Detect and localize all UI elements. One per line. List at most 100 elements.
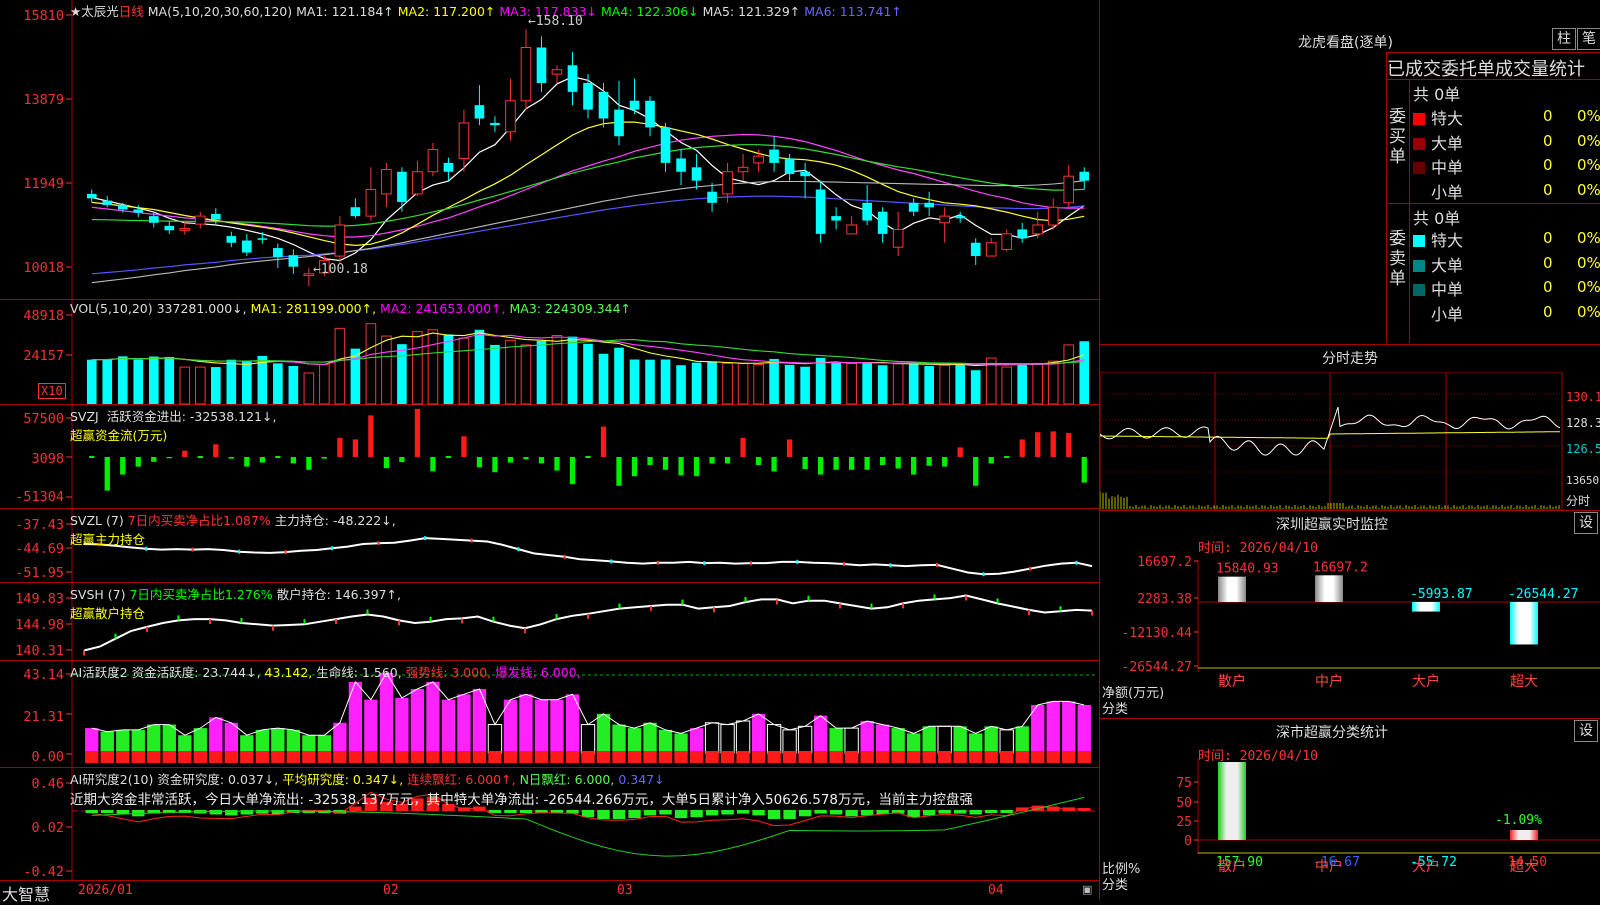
candle	[692, 167, 702, 180]
candle	[397, 172, 407, 202]
candle	[133, 209, 143, 212]
svsh-tick-mark	[902, 603, 904, 608]
buy-row: 大单 0 0%	[1413, 130, 1600, 152]
candle	[893, 229, 903, 247]
sell-row-pct: 0%	[1577, 303, 1600, 321]
ai-research-panel[interactable]: AI研究度2(10) 资金研究度: 0.037↓, 平均研究度: 0.347↓,…	[0, 768, 1100, 882]
candle	[227, 236, 237, 243]
sell-row-count: 0	[1543, 278, 1553, 296]
volume-bar	[1002, 367, 1012, 404]
candle	[258, 238, 268, 240]
svzj-panel[interactable]: SVZJ 活跃资金进出: -32538.121↓, 超赢资金流(万元) 5750…	[0, 405, 1100, 509]
price-panel[interactable]: ★太辰光日线 MA(5,10,20,30,60,120) MA1: 121.18…	[0, 0, 1100, 300]
monitor-chart[interactable]: 16697.2 2283.38 -12130.44 -26544.27 15840.93…	[1100, 510, 1600, 718]
ai-active-bar	[969, 733, 982, 753]
ai-active-bar	[132, 730, 145, 753]
candle	[986, 243, 996, 256]
bar-tick-label-3: -26544.27	[1122, 660, 1192, 675]
ai-active-bar	[690, 728, 703, 753]
svsh-panel[interactable]: SVSH (7) 7日内买卖净占比1.276% 散户持仓: 146.397↑, …	[0, 583, 1100, 661]
price-chart[interactable]	[0, 0, 1100, 300]
ai-active-bar	[954, 726, 967, 753]
ai-base-bar	[845, 751, 858, 763]
fenshi-axis-2: 126.5	[1566, 442, 1600, 456]
volume-bar	[769, 359, 779, 404]
air-bar	[1001, 810, 1013, 813]
lock-icon[interactable]: ▣	[1082, 883, 1092, 896]
volume-panel[interactable]: VOL(5,10,20) 337281.000↓, MA1: 281199.00…	[0, 300, 1100, 405]
ai-active-bar	[225, 723, 238, 753]
monitor-panel[interactable]: 深圳超赢实时监控 设 时间: 2026/04/10 16697.2 2283.38…	[1100, 510, 1600, 719]
volume-bar	[614, 348, 624, 404]
buy-total: 共 0单	[1413, 81, 1460, 105]
sell-color-swatch	[1413, 235, 1425, 247]
svzj-bar	[647, 457, 652, 465]
volume-bar	[738, 363, 748, 404]
buy-color-swatch	[1413, 138, 1425, 150]
classify-chart[interactable]: 7550250157.90散户 -16.67中户 -55.72大户 14.50超大-1…	[1100, 718, 1600, 900]
air-a: 资金研究度: 0.037↓,	[157, 772, 278, 787]
ai-base-bar	[798, 751, 811, 763]
svsh-tick-mark	[713, 607, 715, 612]
svzl-pct: 7日内买卖净占比1.087%	[128, 513, 271, 528]
ai-base-bar	[597, 751, 610, 763]
candle	[273, 248, 283, 257]
volume-bar	[676, 365, 686, 404]
ai-base-bar	[659, 751, 672, 763]
svzj-bar	[337, 438, 342, 457]
fenshi-frame	[1100, 372, 1562, 510]
ai-active-bar	[798, 726, 811, 753]
air-bar	[830, 810, 842, 815]
ai-active-bar	[194, 728, 207, 753]
fenshi-chart[interactable]	[1100, 372, 1600, 510]
svsh-tick-mark	[650, 606, 652, 611]
ai-base-bar	[147, 751, 160, 763]
tick-mode-button[interactable]: 笔	[1577, 28, 1600, 50]
ai-active-bar	[1047, 701, 1060, 753]
ai-active-bar	[457, 694, 470, 753]
air-bar	[690, 810, 702, 817]
svzj-bar	[461, 436, 466, 457]
ai-active-bar	[85, 728, 98, 753]
candle	[87, 194, 97, 198]
svzj-bar	[601, 427, 606, 457]
candle	[707, 192, 717, 203]
bar-mode-button[interactable]: 柱	[1552, 28, 1576, 50]
ai-base-bar	[194, 751, 207, 763]
svzl-tick-mark	[657, 561, 659, 565]
volume-bar	[320, 364, 330, 404]
classify-panel[interactable]: 深市超赢分类统计 设 时间: 2026/04/10 75 50 25 0 157.90 散…	[1100, 718, 1600, 900]
svzj-bar	[989, 457, 994, 463]
ai-active-bar	[845, 728, 858, 753]
ai-axis-2: 0.00	[0, 749, 64, 765]
ai-base-bar	[333, 751, 346, 763]
svzj-name: SVZJ	[70, 409, 99, 424]
ai-active-header: AI活跃度2 资金活跃度: 23.744↓, 43.142, 生命线: 1.56…	[70, 662, 581, 681]
category-bar	[1315, 575, 1343, 602]
ai-active-bar	[240, 735, 253, 753]
period-label[interactable]: 日线	[119, 4, 144, 19]
candle	[816, 190, 826, 234]
svsh-tick-mark	[1091, 611, 1093, 616]
ai-active-bar	[178, 735, 191, 753]
ai-active-panel[interactable]: AI活跃度2 资金活跃度: 23.744↓, 43.142, 生命线: 1.56…	[0, 661, 1100, 768]
kline-area[interactable]: ★太辰光日线 MA(5,10,20,30,60,120) MA1: 121.18…	[0, 0, 1100, 900]
svzl-panel[interactable]: SVZL (7) 7日内买卖净占比1.087% 主力持仓: -48.222↓, …	[0, 509, 1100, 583]
air-bar	[814, 810, 826, 814]
svzl-tick-mark	[285, 550, 287, 554]
svzj-bar	[632, 457, 637, 476]
ma-line-ma60	[92, 196, 1084, 274]
volume-bar	[754, 364, 764, 404]
ai-active-bar	[101, 732, 114, 753]
ai-base-bar	[1031, 751, 1044, 763]
ai-active-bar	[256, 730, 269, 753]
svzj-bar	[492, 457, 497, 472]
ma4-value: MA4: 122.306↓	[601, 4, 699, 19]
fenshi-panel[interactable]: 分时走势 130.1 128.3 126.5 13650 分时	[1100, 344, 1600, 511]
ai-active-bar	[163, 725, 176, 753]
bar-tick-label-0: 75	[1176, 776, 1192, 791]
svzj-bar	[477, 457, 482, 467]
volume-bar	[490, 345, 500, 404]
svzj-bar	[213, 444, 218, 457]
ai-active-bar	[814, 716, 827, 753]
